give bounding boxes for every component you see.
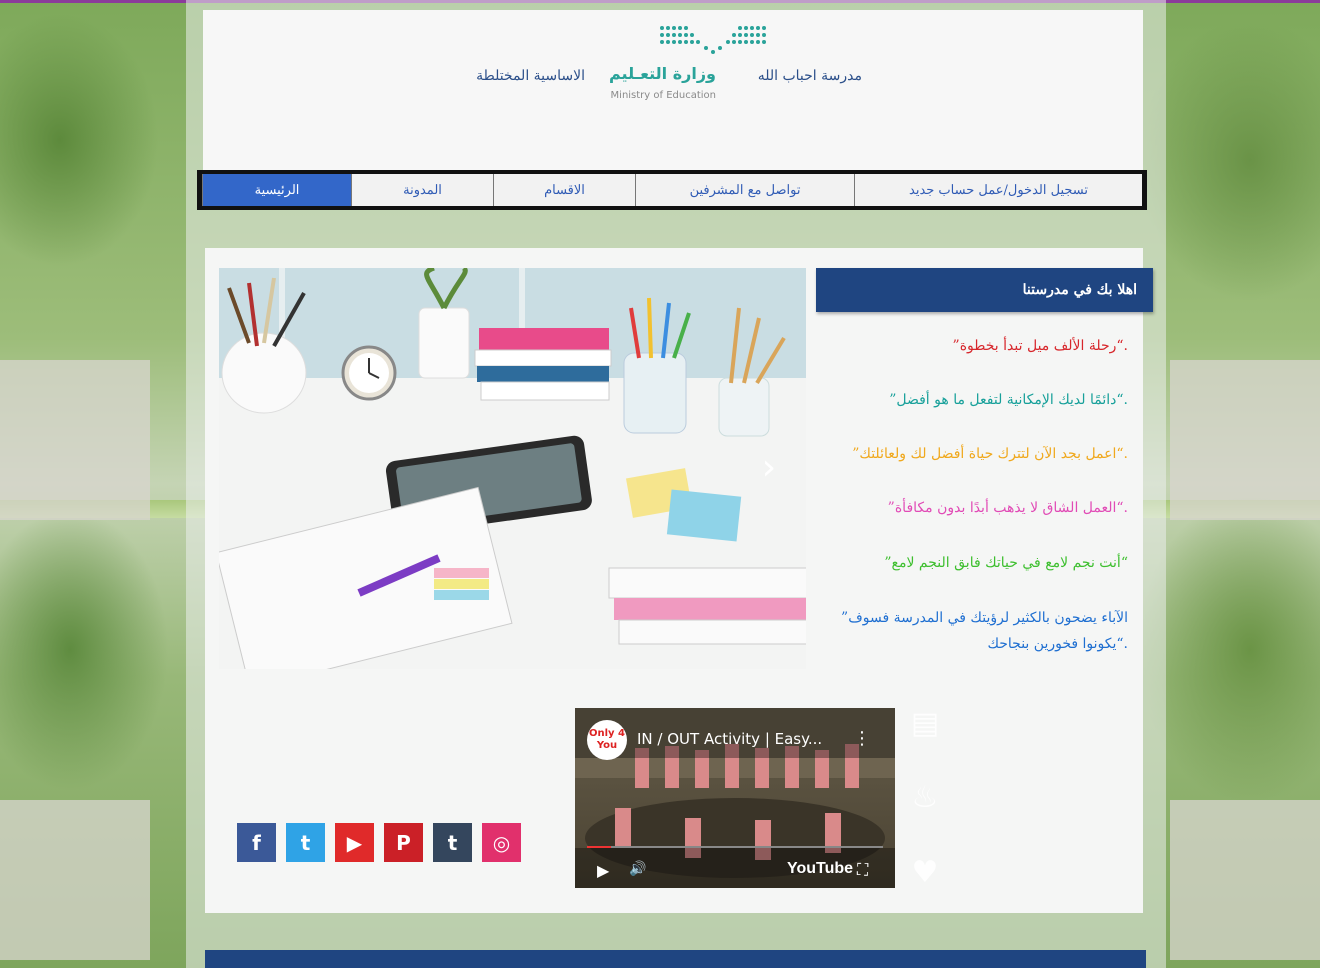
school-name: مدرسة احباب الله xyxy=(757,68,862,84)
slideshow-image xyxy=(219,268,806,669)
main-navigation: تسجيل الدخول/عمل حساب جديد تواصل مع المش… xyxy=(197,170,1147,210)
chevron-right-icon: › xyxy=(761,447,777,488)
youtube-icon[interactable]: ▶ xyxy=(335,823,374,862)
quote-item: ”الآباء يضحون بالكثير لرؤيتك في المدرسة … xyxy=(841,610,1128,652)
channel-avatar[interactable]: Only 4 You xyxy=(587,720,627,760)
nav-item-sections[interactable]: الاقسام xyxy=(493,174,635,206)
play-icon[interactable]: ▶ xyxy=(597,861,609,880)
desk-stationery-image xyxy=(219,268,806,669)
youtube-video-player[interactable]: Only 4 You IN / OUT Activity | Easy... ⋮… xyxy=(575,708,895,888)
background-building-right xyxy=(1170,360,1320,520)
twitter-icon[interactable]: t xyxy=(286,823,325,862)
heart-icon[interactable]: ♥ xyxy=(905,855,945,895)
slideshow-next-button[interactable]: › xyxy=(754,448,784,488)
school-type: الاساسية المختلطة xyxy=(476,68,585,84)
document-icon[interactable]: ▤ xyxy=(905,706,945,746)
ministry-logo-icon xyxy=(660,26,766,54)
footer-bar xyxy=(205,950,1146,968)
background-building-right-bottom xyxy=(1170,800,1320,960)
welcome-title: اهلا بك في مدرستنا xyxy=(816,268,1153,312)
bookmark-flame-icon[interactable]: ♨ xyxy=(905,780,945,820)
background-building-left xyxy=(0,360,150,520)
youtube-logo[interactable]: YouTube xyxy=(787,860,853,878)
quote-item: ”اعمل بجد الآن لتترك حياة أفضل لك ولعائل… xyxy=(852,446,1128,462)
facebook-icon[interactable]: f xyxy=(237,823,276,862)
pinterest-icon[interactable]: P xyxy=(384,823,423,862)
tumblr-icon[interactable]: t xyxy=(433,823,472,862)
more-options-icon[interactable]: ⋮ xyxy=(853,728,871,749)
nav-item-contact-supervisors[interactable]: تواصل مع المشرفين xyxy=(635,174,854,206)
video-title[interactable]: IN / OUT Activity | Easy... xyxy=(637,730,837,748)
quote-item: ”رحلة الألف ميل تبدأ بخطوة“. xyxy=(952,338,1128,354)
fullscreen-icon[interactable]: ⛶ xyxy=(857,860,868,880)
nav-item-home[interactable]: الرئيسية xyxy=(202,174,351,206)
quote-item: ”أنت نجم لامع في حياتك فابق النجم لامع“ xyxy=(884,555,1128,571)
background-building-left-bottom xyxy=(0,800,150,960)
quote-item: ”دائمًا لديك الإمكانية لتفعل ما هو أفضل“… xyxy=(889,392,1128,408)
quote-item: ”العمل الشاق لا يذهب أبدًا بدون مكافأة“. xyxy=(887,500,1128,516)
nav-item-login[interactable]: تسجيل الدخول/عمل حساب جديد xyxy=(854,174,1142,206)
ministry-name-english: Ministry of Education xyxy=(610,90,716,101)
volume-icon[interactable]: 🔊 xyxy=(629,861,646,877)
instagram-icon[interactable]: ◎ xyxy=(482,823,521,862)
nav-item-blog[interactable]: المدونة xyxy=(351,174,493,206)
ministry-name-arabic: وزارة التعـليم xyxy=(609,64,716,83)
